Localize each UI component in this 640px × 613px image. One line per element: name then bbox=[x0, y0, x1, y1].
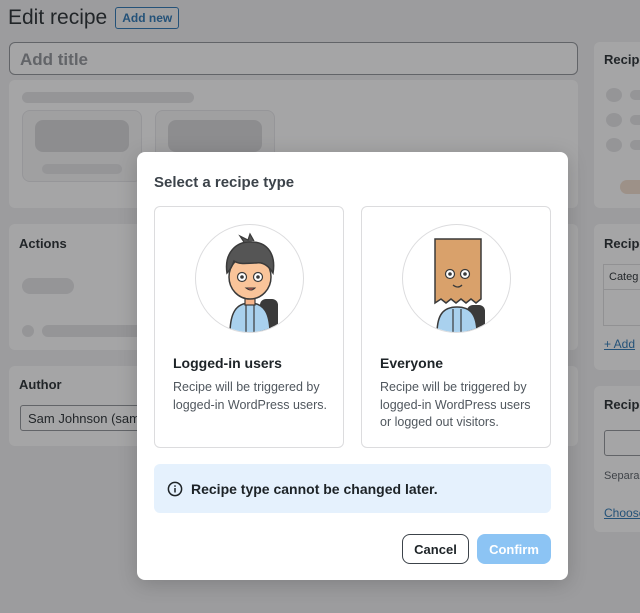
paper-bag-avatar-icon bbox=[402, 224, 511, 333]
confirm-button[interactable]: Confirm bbox=[477, 534, 551, 564]
info-icon bbox=[167, 481, 183, 496]
modal-title: Select a recipe type bbox=[154, 174, 295, 191]
warning-notice: Recipe type cannot be changed later. bbox=[154, 464, 551, 513]
option-description: Recipe will be triggered by logged-in Wo… bbox=[173, 380, 328, 412]
option-title: Everyone bbox=[380, 355, 444, 371]
notice-text: Recipe type cannot be changed later. bbox=[191, 480, 438, 497]
option-logged-in-users[interactable]: Logged-in users Recipe will be triggered… bbox=[154, 206, 344, 448]
cancel-button[interactable]: Cancel bbox=[402, 534, 469, 564]
person-avatar-icon bbox=[195, 224, 304, 333]
option-everyone[interactable]: Everyone Recipe will be triggered by log… bbox=[361, 206, 551, 448]
recipe-type-modal: Select a recipe type Logged-in users Rec… bbox=[137, 152, 568, 580]
option-title: Logged-in users bbox=[173, 355, 282, 371]
option-description: Recipe will be triggered by logged-in Wo… bbox=[380, 380, 531, 429]
